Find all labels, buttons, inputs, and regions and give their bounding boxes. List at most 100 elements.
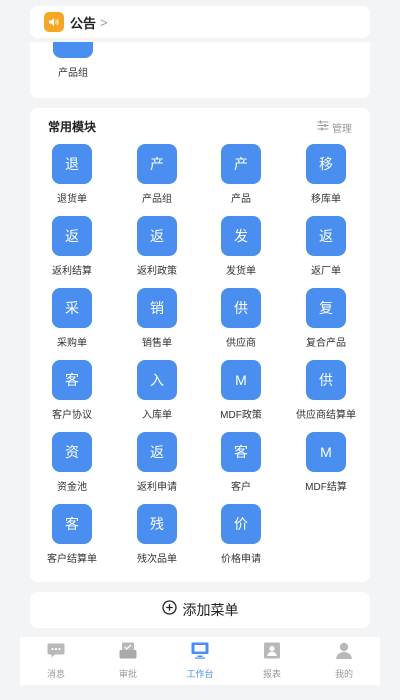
module-icon: 返 bbox=[137, 432, 177, 472]
module-tile[interactable]: 价价格申请 bbox=[201, 504, 281, 576]
module-icon: 客 bbox=[221, 432, 261, 472]
module-label: 复合产品 bbox=[306, 338, 346, 349]
module-icon[interactable] bbox=[53, 42, 93, 58]
module-label: 供应商结算单 bbox=[296, 410, 356, 421]
module-label: 返利结算 bbox=[52, 266, 92, 277]
module-label: 采购单 bbox=[57, 338, 87, 349]
module-icon: 返 bbox=[306, 216, 346, 256]
module-label: 客户结算单 bbox=[47, 554, 97, 565]
tab-messages[interactable]: 消息 bbox=[26, 642, 86, 680]
module-label: 残次品单 bbox=[137, 554, 177, 565]
module-icon: M bbox=[306, 432, 346, 472]
tab-label: 消息 bbox=[46, 669, 65, 679]
module-label: 入库单 bbox=[142, 410, 172, 421]
speaker-icon bbox=[44, 12, 64, 32]
approval-icon bbox=[119, 642, 137, 664]
module-tile[interactable]: 返返厂单 bbox=[286, 216, 366, 288]
module-tile[interactable]: 返返利政策 bbox=[117, 216, 197, 288]
module-tile[interactable]: 残残次品单 bbox=[117, 504, 197, 576]
module-tile[interactable]: 客客户结算单 bbox=[32, 504, 112, 576]
module-tile[interactable]: 移移库单 bbox=[286, 144, 366, 216]
module-icon: 供 bbox=[221, 288, 261, 328]
module-tile[interactable]: 客客户 bbox=[201, 432, 281, 504]
tab-profile[interactable]: 我的 bbox=[314, 642, 374, 680]
module-icon: 价 bbox=[221, 504, 261, 544]
module-label: 销售单 bbox=[142, 338, 172, 349]
module-tile[interactable]: 产产品组 bbox=[117, 144, 197, 216]
tab-workbench[interactable]: 工作台 bbox=[170, 642, 230, 680]
module-label: 产品组 bbox=[58, 68, 88, 79]
module-label: 价格申请 bbox=[221, 554, 261, 565]
profile-icon bbox=[335, 642, 353, 664]
chevron-right-icon: > bbox=[100, 14, 108, 30]
tab-label: 报表 bbox=[262, 669, 281, 679]
manage-label: 管理 bbox=[332, 123, 352, 135]
module-icon: 入 bbox=[137, 360, 177, 400]
module-tile[interactable]: 退退货单 bbox=[32, 144, 112, 216]
module-icon: 移 bbox=[306, 144, 346, 184]
module-label: 产品组 bbox=[142, 194, 172, 205]
module-icon: 资 bbox=[52, 432, 92, 472]
module-tile[interactable]: 采采购单 bbox=[32, 288, 112, 360]
module-label: 返利政策 bbox=[137, 266, 177, 277]
module-label: 资金池 bbox=[57, 482, 87, 493]
module-icon: 产 bbox=[137, 144, 177, 184]
module-tile[interactable]: 供供应商结算单 bbox=[286, 360, 366, 432]
workbench-icon bbox=[191, 642, 209, 664]
module-label: MDF政策 bbox=[220, 410, 262, 421]
module-label: MDF结算 bbox=[305, 482, 347, 493]
module-label: 客户协议 bbox=[52, 410, 92, 421]
previous-module-section: 产品组 bbox=[30, 42, 370, 98]
module-icon: 产 bbox=[221, 144, 261, 184]
module-label: 返利申请 bbox=[137, 482, 177, 493]
module-label: 返厂单 bbox=[311, 266, 341, 277]
notice-label: 公告 bbox=[70, 15, 97, 31]
message-icon bbox=[47, 642, 65, 664]
module-icon: 发 bbox=[221, 216, 261, 256]
module-tile[interactable]: 返返利申请 bbox=[117, 432, 197, 504]
tab-label: 工作台 bbox=[186, 669, 214, 679]
tab-label: 我的 bbox=[334, 669, 353, 679]
module-tile[interactable]: 复复合产品 bbox=[286, 288, 366, 360]
module-icon: 销 bbox=[137, 288, 177, 328]
tab-label: 审批 bbox=[118, 669, 137, 679]
add-menu-button[interactable]: 添加菜单 bbox=[30, 592, 370, 628]
module-icon: 供 bbox=[306, 360, 346, 400]
workbench-page: 公告 > 产品组 常用模块 管理 退退货单产产品组产产品移移库单返返利结算返返利… bbox=[0, 0, 400, 700]
section-title: 常用模块 bbox=[48, 120, 97, 134]
module-label: 供应商 bbox=[226, 338, 256, 349]
module-tile[interactable]: 发发货单 bbox=[201, 216, 281, 288]
bottom-tab-bar: 消息 审批 工作台 报表 我的 bbox=[20, 637, 380, 685]
module-tile[interactable]: M MDF政策 bbox=[201, 360, 281, 432]
module-label: 移库单 bbox=[311, 194, 341, 205]
module-tile[interactable]: 产产品 bbox=[201, 144, 281, 216]
add-menu-label: 添加菜单 bbox=[182, 602, 239, 618]
module-icon: 客 bbox=[52, 360, 92, 400]
module-icon: 退 bbox=[52, 144, 92, 184]
module-icon: 返 bbox=[52, 216, 92, 256]
tab-approval[interactable]: 审批 bbox=[98, 642, 158, 680]
module-label: 退货单 bbox=[57, 194, 87, 205]
module-icon: 客 bbox=[52, 504, 92, 544]
module-tile[interactable]: 销销售单 bbox=[117, 288, 197, 360]
module-tile[interactable]: 返返利结算 bbox=[32, 216, 112, 288]
module-icon: 残 bbox=[137, 504, 177, 544]
manage-button[interactable]: 管理 bbox=[317, 118, 352, 136]
module-icon: M bbox=[221, 360, 261, 400]
module-tile[interactable]: 入入库单 bbox=[117, 360, 197, 432]
module-label: 产品 bbox=[231, 194, 251, 205]
report-icon bbox=[263, 642, 281, 664]
module-tile[interactable]: M MDF结算 bbox=[286, 432, 366, 504]
common-modules-section: 常用模块 管理 退退货单产产品组产产品移移库单返返利结算返返利政策发发货单返返厂… bbox=[30, 108, 370, 582]
module-label: 客户 bbox=[231, 482, 251, 493]
module-icon: 返 bbox=[137, 216, 177, 256]
module-label: 发货单 bbox=[226, 266, 256, 277]
module-tile[interactable]: 资资金池 bbox=[32, 432, 112, 504]
tab-report[interactable]: 报表 bbox=[242, 642, 302, 680]
module-icon: 采 bbox=[52, 288, 92, 328]
module-icon: 复 bbox=[306, 288, 346, 328]
notice-bar[interactable]: 公告 > bbox=[30, 6, 370, 38]
plus-circle-icon bbox=[161, 600, 177, 620]
module-tile[interactable]: 客客户协议 bbox=[32, 360, 112, 432]
module-tile[interactable]: 供供应商 bbox=[201, 288, 281, 360]
